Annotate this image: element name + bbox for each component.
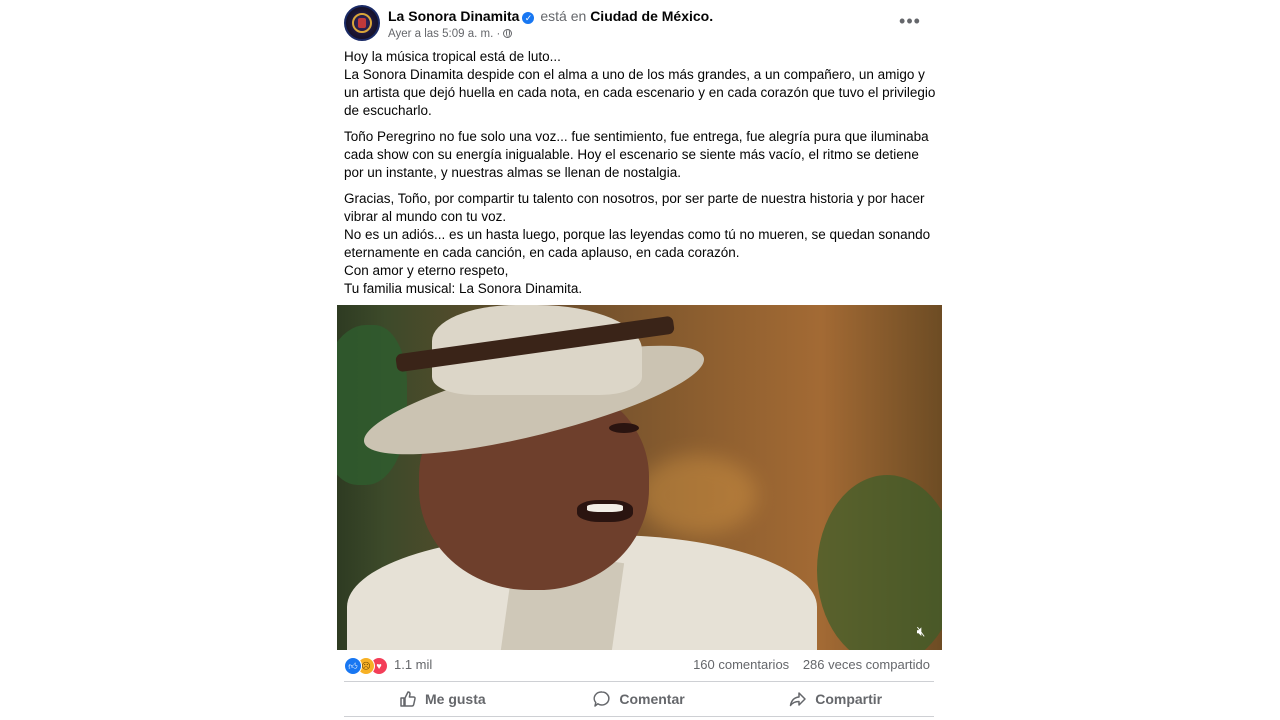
share-icon (789, 692, 806, 707)
divider (344, 681, 934, 682)
text-line: Con amor y eterno respeto, (344, 263, 509, 278)
share-label: Compartir (815, 691, 883, 707)
engagement-counts: 160 comentarios 286 veces compartido (693, 657, 930, 672)
reaction-count[interactable]: 1.1 mil (394, 657, 432, 672)
post-stats: 👍︎ ☹ ♥ 1.1 mil 160 comentarios 286 veces… (344, 654, 934, 676)
comment-button[interactable]: Comentar (541, 684, 738, 714)
globe-icon (503, 29, 513, 38)
text-line: Toño Peregrino no fue solo una voz... fu… (344, 129, 929, 180)
volume-muted-icon: 🔇︎ (916, 623, 926, 639)
post-meta: Ayer a las 5:09 a. m. · (388, 28, 513, 40)
action-bar: Me gusta Comentar Compartir (344, 684, 934, 714)
thumbs-up-icon (400, 691, 416, 707)
man-eye (609, 423, 639, 433)
background-light (637, 455, 757, 535)
more-options-button[interactable]: ••• (896, 12, 924, 36)
author-name[interactable]: La Sonora Dinamita (388, 8, 519, 24)
man-teeth (587, 504, 623, 512)
text-line: Hoy la música tropical está de luto... (344, 49, 561, 64)
comment-count[interactable]: 160 comentarios (693, 657, 789, 672)
comment-icon (593, 691, 610, 707)
like-label: Me gusta (424, 691, 486, 707)
post-video[interactable]: 🔇︎ (337, 305, 942, 650)
like-reaction-icon: 👍︎ (344, 657, 362, 675)
verified-badge-icon: ✓ (522, 12, 535, 24)
mute-button[interactable]: 🔇︎ (910, 622, 932, 640)
text-line: Gracias, Toño, por compartir tu talento … (344, 191, 925, 224)
like-button[interactable]: Me gusta (344, 684, 541, 714)
facebook-post: La Sonora Dinamita ✓ está en Ciudad de Mé… (336, 0, 942, 720)
post-header: La Sonora Dinamita ✓ está en Ciudad de Mé… (344, 4, 934, 44)
share-count[interactable]: 286 veces compartido (803, 657, 930, 672)
page-avatar[interactable] (344, 5, 380, 41)
location-link[interactable]: Ciudad de México. (590, 8, 713, 24)
more-horizontal-icon: ••• (899, 11, 921, 31)
avatar-logo-core (358, 18, 366, 28)
paragraph-2: Toño Peregrino no fue solo una voz... fu… (344, 128, 936, 182)
text-line: No es un adiós... es un hasta luego, por… (344, 227, 931, 260)
divider (344, 716, 934, 717)
paragraph-1: Hoy la música tropical está de luto... L… (344, 48, 936, 120)
paragraph-3: Gracias, Toño, por compartir tu talento … (344, 190, 936, 298)
comment-label: Comentar (619, 691, 685, 707)
background-plant (337, 325, 407, 485)
text-line: La Sonora Dinamita despide con el alma a… (344, 67, 936, 118)
location-prefix: está en (540, 8, 587, 24)
author-line: La Sonora Dinamita ✓ está en Ciudad de Mé… (388, 8, 713, 24)
text-line: Tu familia musical: La Sonora Dinamita. (344, 281, 583, 296)
post-timestamp[interactable]: Ayer a las 5:09 a. m. · (388, 28, 500, 40)
share-button[interactable]: Compartir (737, 684, 934, 714)
post-text: Hoy la música tropical está de luto... L… (344, 48, 936, 298)
